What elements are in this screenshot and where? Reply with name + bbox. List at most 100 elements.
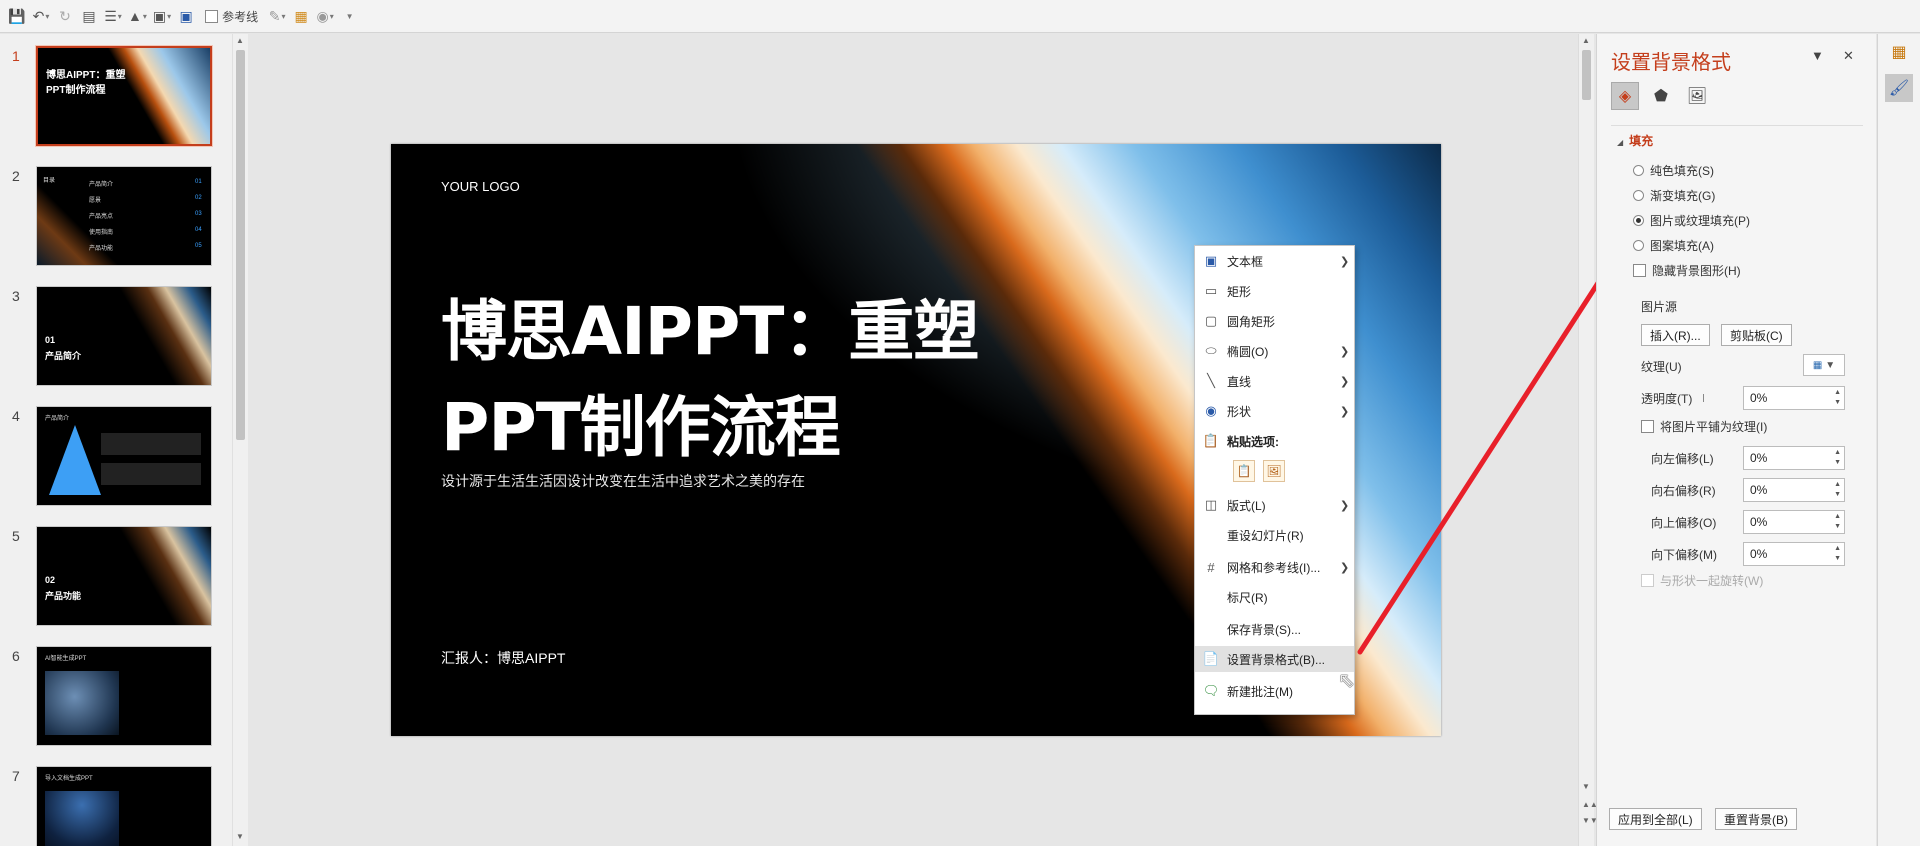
menu-item-shapes[interactable]: ◉ 形状 ❯ <box>1195 398 1354 424</box>
menu-item-layout[interactable]: ◫ 版式(L) ❯ <box>1195 492 1354 518</box>
thumbnail-slide[interactable]: 产品简介 <box>36 406 212 506</box>
scroll-down-icon[interactable]: ▼ <box>1582 782 1590 791</box>
thumbnail-slide[interactable]: 02 产品功能 <box>36 526 212 626</box>
slide-canvas: YOUR LOGO 博思AIPPT：重塑 PPT制作流程 设计源于生活生活因设计… <box>249 34 1598 846</box>
thumbnail-slide[interactable]: 01 产品简介 <box>36 286 212 386</box>
format-brush-icon[interactable]: 🖌 <box>1885 74 1913 102</box>
spin-arrows-icon[interactable]: ▲ ▼ <box>1834 388 1841 408</box>
paste-picture-icon[interactable]: 🖼 <box>1263 460 1285 482</box>
fill-section-header[interactable]: ◢ 填充 <box>1617 132 1653 149</box>
thumbnail-2[interactable]: 2 目录 产品简介 01 愿景 02 产品亮点 03 使用指南 04 产品功能 … <box>0 164 232 274</box>
thumbnail-3[interactable]: 3 01 产品简介 <box>0 284 232 394</box>
thumbnail-5[interactable]: 5 02 产品功能 <box>0 524 232 634</box>
slide-title[interactable]: 博思AIPPT：重塑 PPT制作流程 <box>441 284 979 476</box>
menu-item-rounded-rectangle[interactable]: ▢ 圆角矩形 <box>1195 308 1354 334</box>
clipboard-button[interactable]: 剪贴板(C) <box>1721 324 1792 346</box>
scrollbar-thumb[interactable] <box>1582 50 1591 100</box>
menu-item-format-background[interactable]: 📄 设置背景格式(B)... <box>1195 646 1354 672</box>
thumbnail-toc-title: 目录 <box>43 178 56 184</box>
menu-item-ellipse[interactable]: ⬭ 椭圆(O) ❯ <box>1195 338 1354 364</box>
thumbnail-1[interactable]: 1 博思AIPPT：重塑 PPT制作流程 <box>0 44 232 154</box>
thumbnail-4[interactable]: 4 产品简介 <box>0 404 232 514</box>
rotate-with-shape-checkbox[interactable]: 与形状一起旋转(W) <box>1641 572 1763 589</box>
offset-bottom-input[interactable]: 0% ▲ ▼ <box>1743 542 1845 566</box>
canvas-scrollbar[interactable]: ▲ ▼ ▲▲ ▼▼ <box>1578 34 1598 846</box>
menu-item-ruler[interactable]: 标尺(R) <box>1195 584 1354 610</box>
effects-tab-icon[interactable]: ⬟ <box>1647 82 1675 110</box>
menu-item-grid-guides[interactable]: # 网格和参考线(I)... ❯ <box>1195 554 1354 580</box>
menu-item-label: 矩形 <box>1227 284 1252 299</box>
spin-arrows-icon[interactable]: ▲ ▼ <box>1834 512 1841 532</box>
thumbnail-slide[interactable]: 目录 产品简介 01 愿景 02 产品亮点 03 使用指南 04 产品功能 05 <box>36 166 212 266</box>
texture-dropdown[interactable]: ▦ ▼ <box>1803 354 1845 376</box>
thumbnail-slide[interactable]: 导入文档生成PPT <box>36 766 212 846</box>
scroll-up-icon[interactable]: ▲ <box>236 36 244 45</box>
menu-item-rectangle[interactable]: ▭ 矩形 <box>1195 278 1354 304</box>
hide-background-graphics-checkbox[interactable]: 隐藏背景图形(H) <box>1633 262 1741 279</box>
save-icon[interactable]: 💾 <box>6 4 28 28</box>
spin-arrows-icon[interactable]: ▲ ▼ <box>1834 480 1841 500</box>
offset-top-input[interactable]: 0% ▲ ▼ <box>1743 510 1845 534</box>
menu-item-new-comment[interactable]: 🗨 新建批注(M) <box>1195 678 1354 704</box>
offset-left-input[interactable]: 0% ▲ ▼ <box>1743 446 1845 470</box>
insert-button[interactable]: 插入(R)... <box>1641 324 1710 346</box>
undo-icon[interactable]: ↶ ▾ <box>30 4 52 28</box>
menu-item-save-background[interactable]: 保存背景(S)... <box>1195 616 1354 642</box>
radio-picture-fill[interactable]: 图片或纹理填充(P) <box>1633 212 1750 229</box>
panel-title: 设置背景格式 <box>1611 52 1731 74</box>
menu-item-reset-slide[interactable]: 重设幻灯片(R) <box>1195 522 1354 548</box>
shape-icon[interactable]: ▣ ▾ <box>151 4 173 28</box>
picture-source-label: 图片源 <box>1641 300 1678 314</box>
selection-pane-icon[interactable]: ▦ <box>1885 38 1913 66</box>
scroll-up-icon[interactable]: ▲ <box>1582 36 1590 45</box>
close-icon[interactable]: ✕ <box>1843 48 1854 64</box>
textbox-icon[interactable]: ▣ <box>175 4 197 28</box>
menu-item-textbox[interactable]: ▣ 文本框 ❯ <box>1195 248 1354 274</box>
picture-tab-icon[interactable]: 🖼 <box>1683 82 1711 110</box>
pen-icon[interactable]: ✎ ▾ <box>266 4 288 28</box>
side-toolstrip: ▦ 🖌 <box>1877 34 1920 846</box>
transparency-slider[interactable] <box>1703 394 1704 402</box>
menu-item-label: 圆角矩形 <box>1227 314 1276 329</box>
scrollbar-thumb[interactable] <box>236 50 245 440</box>
radio-gradient-fill[interactable]: 渐变填充(G) <box>1633 187 1715 204</box>
fill-icon[interactable]: ▲ ▾ <box>126 4 149 28</box>
thumbnail-scrollbar[interactable]: ▲ ▼ <box>232 34 248 846</box>
reset-background-button[interactable]: 重置背景(B) <box>1715 808 1797 830</box>
group-icon[interactable]: ◉ ▾ <box>314 4 336 28</box>
paste-keep-format-icon[interactable]: 📋 <box>1233 460 1255 482</box>
thumbnail-toc-row: 使用指南 <box>89 230 114 236</box>
chevron-right-icon: ❯ <box>1340 499 1350 512</box>
tile-texture-checkbox[interactable]: 将图片平铺为纹理(I) <box>1641 418 1767 435</box>
slide-reporter[interactable]: 汇报人：博思AIPPT <box>441 648 565 668</box>
texture-label: 纹理(U) <box>1641 360 1682 374</box>
thumbnail-6[interactable]: 6 AI智能生成PPT <box>0 644 232 754</box>
radio-label: 图片或纹理填充(P) <box>1650 214 1750 228</box>
radio-pattern-fill[interactable]: 图案填充(A) <box>1633 237 1714 254</box>
fill-tab-icon[interactable]: ◈ <box>1611 82 1639 110</box>
slide-subtitle[interactable]: 设计源于生活生活因设计改变在生活中追求艺术之美的存在 <box>441 471 805 491</box>
menu-item-line[interactable]: ╲ 直线 ❯ <box>1195 368 1354 394</box>
panel-options-icon[interactable]: ▼ <box>1811 48 1824 63</box>
spin-arrows-icon[interactable]: ▲ ▼ <box>1834 544 1841 564</box>
thumbnail-slide[interactable]: AI智能生成PPT <box>36 646 212 746</box>
thumbnail-slide[interactable]: 博思AIPPT：重塑 PPT制作流程 <box>36 46 212 146</box>
panel-tabs: ◈ ⬟ 🖼 <box>1611 82 1711 110</box>
transparency-input[interactable]: 0% ▲ ▼ <box>1743 386 1845 410</box>
guides-checkbox[interactable]: 参考线 <box>199 8 264 25</box>
align-icon[interactable]: ☰ ▾ <box>102 4 124 28</box>
offset-right-input[interactable]: 0% ▲ ▼ <box>1743 478 1845 502</box>
scroll-down-icon[interactable]: ▼ <box>236 832 244 841</box>
spin-value: 0% <box>1750 547 1768 561</box>
format-painter-icon[interactable]: ▤ <box>78 4 100 28</box>
radio-solid-fill[interactable]: 纯色填充(S) <box>1633 162 1714 179</box>
redo-icon[interactable]: ↻ <box>54 4 76 28</box>
customize-toolbar-icon[interactable]: ▼ <box>338 4 360 28</box>
apply-to-all-button[interactable]: 应用到全部(L) <box>1609 808 1702 830</box>
earth-image <box>45 671 119 735</box>
thumbnail-title: 01 产品简介 <box>45 335 82 361</box>
crop-icon[interactable]: ▦ <box>290 4 312 28</box>
checkbox-label: 隐藏背景图形(H) <box>1652 264 1741 278</box>
spin-arrows-icon[interactable]: ▲ ▼ <box>1834 448 1841 468</box>
thumbnail-7[interactable]: 7 导入文档生成PPT <box>0 764 232 846</box>
